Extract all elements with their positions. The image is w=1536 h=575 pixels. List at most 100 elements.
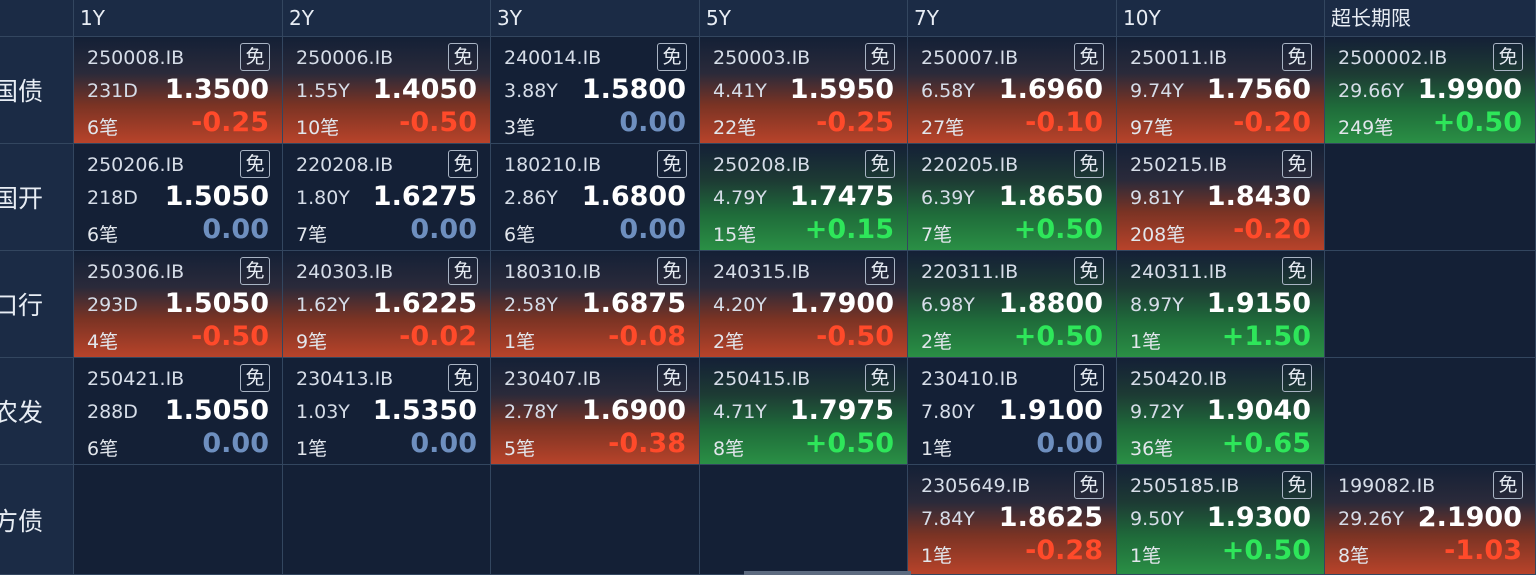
- empty-cell: [700, 465, 908, 575]
- column-header-10Y[interactable]: 10Y: [1117, 0, 1325, 37]
- quote-cell[interactable]: 2505185.IB 免 9.50Y 1.9300 1笔 +0.50: [1117, 465, 1325, 575]
- quote-cell[interactable]: 250208.IB 免 4.79Y 1.7475 15笔 +0.15: [700, 144, 908, 251]
- tax-exempt-badge: 免: [865, 150, 895, 178]
- horizontal-scrollbar[interactable]: [744, 571, 911, 575]
- quote-cell[interactable]: 180310.IB 免 2.58Y 1.6875 1笔 -0.08: [491, 251, 700, 358]
- bond-code: 230410.IB: [921, 368, 1019, 390]
- tax-exempt-badge: 免: [1282, 364, 1312, 392]
- yield-change: -0.50: [816, 321, 894, 352]
- bond-code: 199082.IB: [1338, 475, 1436, 497]
- bond-code: 180210.IB: [504, 154, 602, 176]
- yield-change: -0.50: [399, 107, 477, 138]
- yield-change: -0.28: [1025, 535, 1103, 566]
- yield-value: 1.5050: [164, 181, 269, 212]
- column-header-3Y[interactable]: 3Y: [491, 0, 700, 37]
- trade-count: 6笔: [504, 224, 536, 246]
- remaining-term: 218D: [87, 187, 138, 209]
- quote-cell[interactable]: 230410.IB 免 7.80Y 1.9100 1笔 0.00: [908, 358, 1117, 465]
- yield-value: 1.3500: [164, 74, 269, 105]
- quote-cell[interactable]: 250006.IB 免 1.55Y 1.4050 10笔 -0.50: [283, 37, 491, 144]
- yield-value: 1.5950: [789, 74, 894, 105]
- remaining-term: 7.84Y: [921, 508, 975, 530]
- yield-value: 1.7475: [789, 181, 894, 212]
- quote-cell[interactable]: 250003.IB 免 4.41Y 1.5950 22笔 -0.25: [700, 37, 908, 144]
- trade-count: 8笔: [713, 438, 745, 460]
- quote-cell[interactable]: 240311.IB 免 8.97Y 1.9150 1笔 +1.50: [1117, 251, 1325, 358]
- bond-code: 230413.IB: [296, 368, 394, 390]
- empty-cell: [283, 465, 491, 575]
- tax-exempt-badge: 免: [1493, 43, 1523, 71]
- quote-cell[interactable]: 250007.IB 免 6.58Y 1.6960 27笔 -0.10: [908, 37, 1117, 144]
- quote-cell[interactable]: 250008.IB 免 231D 1.3500 6笔 -0.25: [74, 37, 283, 144]
- column-header-2Y[interactable]: 2Y: [283, 0, 491, 37]
- quote-cell[interactable]: 250421.IB 免 288D 1.5050 6笔 0.00: [74, 358, 283, 465]
- trade-count: 1笔: [504, 331, 536, 353]
- quote-cell[interactable]: 230407.IB 免 2.78Y 1.6900 5笔 -0.38: [491, 358, 700, 465]
- remaining-term: 4.20Y: [713, 294, 767, 316]
- yield-change: 0.00: [202, 428, 269, 459]
- remaining-term: 9.81Y: [1130, 187, 1184, 209]
- column-header-1Y[interactable]: 1Y: [74, 0, 283, 37]
- quote-cell[interactable]: 220205.IB 免 6.39Y 1.8650 7笔 +0.50: [908, 144, 1117, 251]
- quote-cell[interactable]: 250215.IB 免 9.81Y 1.8430 208笔 -0.20: [1117, 144, 1325, 251]
- quote-cell[interactable]: 220311.IB 免 6.98Y 1.8800 2笔 +0.50: [908, 251, 1117, 358]
- remaining-term: 1.55Y: [296, 80, 350, 102]
- bond-code: 240315.IB: [713, 261, 811, 283]
- quote-cell[interactable]: 180210.IB 免 2.86Y 1.6800 6笔 0.00: [491, 144, 700, 251]
- bond-code: 2500002.IB: [1338, 47, 1448, 69]
- yield-change: 0.00: [410, 428, 477, 459]
- tax-exempt-badge: 免: [1074, 471, 1104, 499]
- quote-cell[interactable]: 240303.IB 免 1.62Y 1.6225 9笔 -0.02: [283, 251, 491, 358]
- tax-exempt-badge: 免: [1282, 150, 1312, 178]
- column-header-7Y[interactable]: 7Y: [908, 0, 1117, 37]
- yield-value: 1.9150: [1206, 288, 1311, 319]
- yield-value: 1.9100: [998, 395, 1103, 426]
- quote-cell[interactable]: 199082.IB 免 29.26Y 2.1900 8笔 -1.03: [1325, 465, 1536, 575]
- remaining-term: 293D: [87, 294, 138, 316]
- yield-value: 1.7975: [789, 395, 894, 426]
- yield-value: 2.1900: [1417, 502, 1522, 533]
- trade-count: 97笔: [1130, 117, 1174, 139]
- bond-code: 230407.IB: [504, 368, 602, 390]
- quote-cell[interactable]: 250011.IB 免 9.74Y 1.7560 97笔 -0.20: [1117, 37, 1325, 144]
- yield-value: 1.6960: [998, 74, 1103, 105]
- trade-count: 208笔: [1130, 224, 1186, 246]
- bond-code: 220205.IB: [921, 154, 1019, 176]
- quote-cell[interactable]: 240014.IB 免 3.88Y 1.5800 3笔 0.00: [491, 37, 700, 144]
- tax-exempt-badge: 免: [657, 257, 687, 285]
- yield-value: 1.7900: [789, 288, 894, 319]
- quote-cell[interactable]: 250306.IB 免 293D 1.5050 4笔 -0.50: [74, 251, 283, 358]
- tax-exempt-badge: 免: [1282, 471, 1312, 499]
- yield-change: +0.50: [1013, 321, 1103, 352]
- quote-cell[interactable]: 250206.IB 免 218D 1.5050 6笔 0.00: [74, 144, 283, 251]
- empty-cell: [1325, 358, 1536, 465]
- column-header-5Y[interactable]: 5Y: [700, 0, 908, 37]
- tax-exempt-badge: 免: [1282, 257, 1312, 285]
- trade-count: 1笔: [921, 545, 953, 567]
- yield-value: 1.9300: [1206, 502, 1311, 533]
- quote-cell[interactable]: 250415.IB 免 4.71Y 1.7975 8笔 +0.50: [700, 358, 908, 465]
- trade-count: 6笔: [87, 224, 119, 246]
- bond-code: 2505185.IB: [1130, 475, 1240, 497]
- remaining-term: 9.74Y: [1130, 80, 1184, 102]
- quote-cell[interactable]: 240315.IB 免 4.20Y 1.7900 2笔 -0.50: [700, 251, 908, 358]
- remaining-term: 29.26Y: [1338, 508, 1404, 530]
- trade-count: 15笔: [713, 224, 757, 246]
- yield-change: -0.25: [816, 107, 894, 138]
- tax-exempt-badge: 免: [865, 257, 895, 285]
- bond-code: 250421.IB: [87, 368, 185, 390]
- remaining-term: 7.80Y: [921, 401, 975, 423]
- quote-cell[interactable]: 220208.IB 免 1.80Y 1.6275 7笔 0.00: [283, 144, 491, 251]
- quote-cell[interactable]: 230413.IB 免 1.03Y 1.5350 1笔 0.00: [283, 358, 491, 465]
- header-corner: [0, 0, 74, 37]
- remaining-term: 2.78Y: [504, 401, 558, 423]
- yield-change: -0.20: [1233, 107, 1311, 138]
- yield-change: -0.08: [608, 321, 686, 352]
- quote-cell[interactable]: 2500002.IB 免 29.66Y 1.9900 249笔 +0.50: [1325, 37, 1536, 144]
- tax-exempt-badge: 免: [1074, 43, 1104, 71]
- column-header-超长期限[interactable]: 超长期限: [1325, 0, 1536, 37]
- tax-exempt-badge: 免: [657, 150, 687, 178]
- row-label: 口行: [0, 251, 74, 358]
- quote-cell[interactable]: 2305649.IB 免 7.84Y 1.8625 1笔 -0.28: [908, 465, 1117, 575]
- quote-cell[interactable]: 250420.IB 免 9.72Y 1.9040 36笔 +0.65: [1117, 358, 1325, 465]
